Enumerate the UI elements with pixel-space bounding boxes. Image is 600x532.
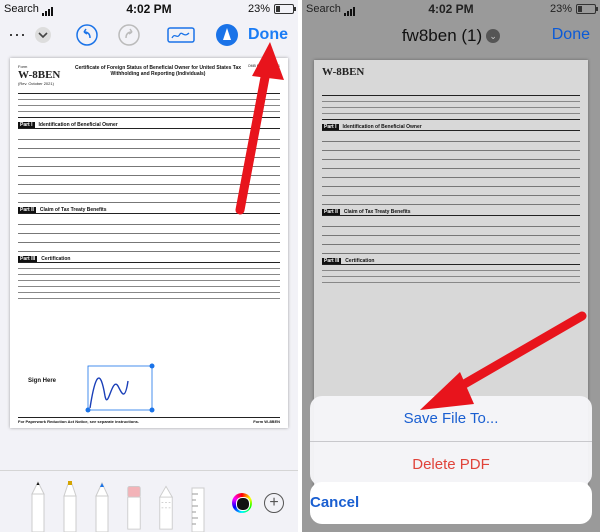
part-2-heading: Part II Claim of Tax Treaty Benefits: [18, 207, 280, 214]
battery-icon: [274, 4, 296, 14]
certification-text: [18, 266, 280, 299]
undo-icon[interactable]: [74, 22, 100, 48]
form-rev: (Rev. October 2021): [18, 81, 54, 86]
action-sheet: Save File To... Delete PDF: [310, 396, 592, 486]
omb-number: OMB No. 1545-1621: [247, 64, 280, 68]
form-header: W-8BEN: [322, 66, 580, 96]
add-icon[interactable]: +: [264, 493, 284, 513]
markup-pen-icon[interactable]: [214, 22, 240, 48]
drawing-tools-bar: +: [0, 470, 298, 532]
form-footer: For Paperwork Reduction Act Notice, see …: [18, 417, 280, 424]
part-3-heading: Part III Certification: [322, 258, 580, 265]
form-title: Certificate of Foreign Status of Benefic…: [74, 65, 242, 77]
delete-pdf-button[interactable]: Delete PDF: [310, 441, 592, 486]
pdf-page[interactable]: Form W-8BEN (Rev. October 2021) Certific…: [10, 58, 288, 428]
done-button[interactable]: Done: [248, 26, 288, 44]
part-2-heading: Part II Claim of Tax Treaty Benefits: [322, 209, 580, 216]
part-2-fields[interactable]: [18, 216, 280, 252]
part-1-heading: Part I Identification of Beneficial Owner: [322, 124, 580, 131]
battery-percent: 23%: [247, 3, 270, 15]
form-number: W-8BEN: [18, 69, 61, 81]
done-button[interactable]: Done: [552, 26, 590, 44]
part-3-heading: Part III Certification: [18, 256, 280, 263]
pen-tool-icon[interactable]: [30, 480, 46, 532]
signature-drawing[interactable]: [70, 356, 170, 416]
pdf-preview-screen: Search 4:02 PM 23% fw8ben (1) ⌄ Done W-8B…: [302, 0, 600, 532]
color-picker-icon[interactable]: [232, 493, 252, 513]
markup-toolbar: ⋯ Done: [0, 18, 298, 52]
markup-screen: Search 4:02 PM 23% ⋯ Done Form W-8BEN (R…: [0, 0, 298, 532]
signature-icon[interactable]: [166, 22, 196, 48]
cancel-sheet: Cancel: [310, 482, 592, 524]
ruler-tool-icon[interactable]: [190, 480, 206, 532]
eraser-tool-icon[interactable]: [126, 480, 142, 532]
status-bar: Search 4:02 PM 23%: [302, 0, 600, 18]
part-1-fields[interactable]: [18, 131, 280, 203]
ellipsis-icon[interactable]: ⋯: [4, 22, 30, 48]
cancel-button[interactable]: Cancel: [310, 482, 592, 524]
lasso-tool-icon[interactable]: [158, 480, 174, 532]
status-bar: Search 4:02 PM 23%: [0, 0, 298, 18]
form-header: Form W-8BEN (Rev. October 2021) Certific…: [18, 64, 280, 94]
sign-here-label: Sign Here: [28, 378, 57, 384]
battery-percent: 23%: [549, 3, 572, 15]
pencil-tool-icon[interactable]: [94, 480, 110, 532]
marker-tool-icon[interactable]: [62, 480, 78, 532]
redo-icon[interactable]: [116, 22, 142, 48]
battery-icon: [576, 4, 598, 14]
part-1-heading: Part I Identification of Beneficial Owner: [18, 122, 280, 129]
form-number: W-8BEN: [322, 66, 365, 78]
save-file-to-button[interactable]: Save File To...: [310, 396, 592, 441]
chevron-down-icon[interactable]: ⌄: [486, 29, 501, 43]
preview-toolbar: fw8ben (1) ⌄ Done: [302, 18, 600, 52]
chevron-down-icon[interactable]: [30, 22, 56, 48]
